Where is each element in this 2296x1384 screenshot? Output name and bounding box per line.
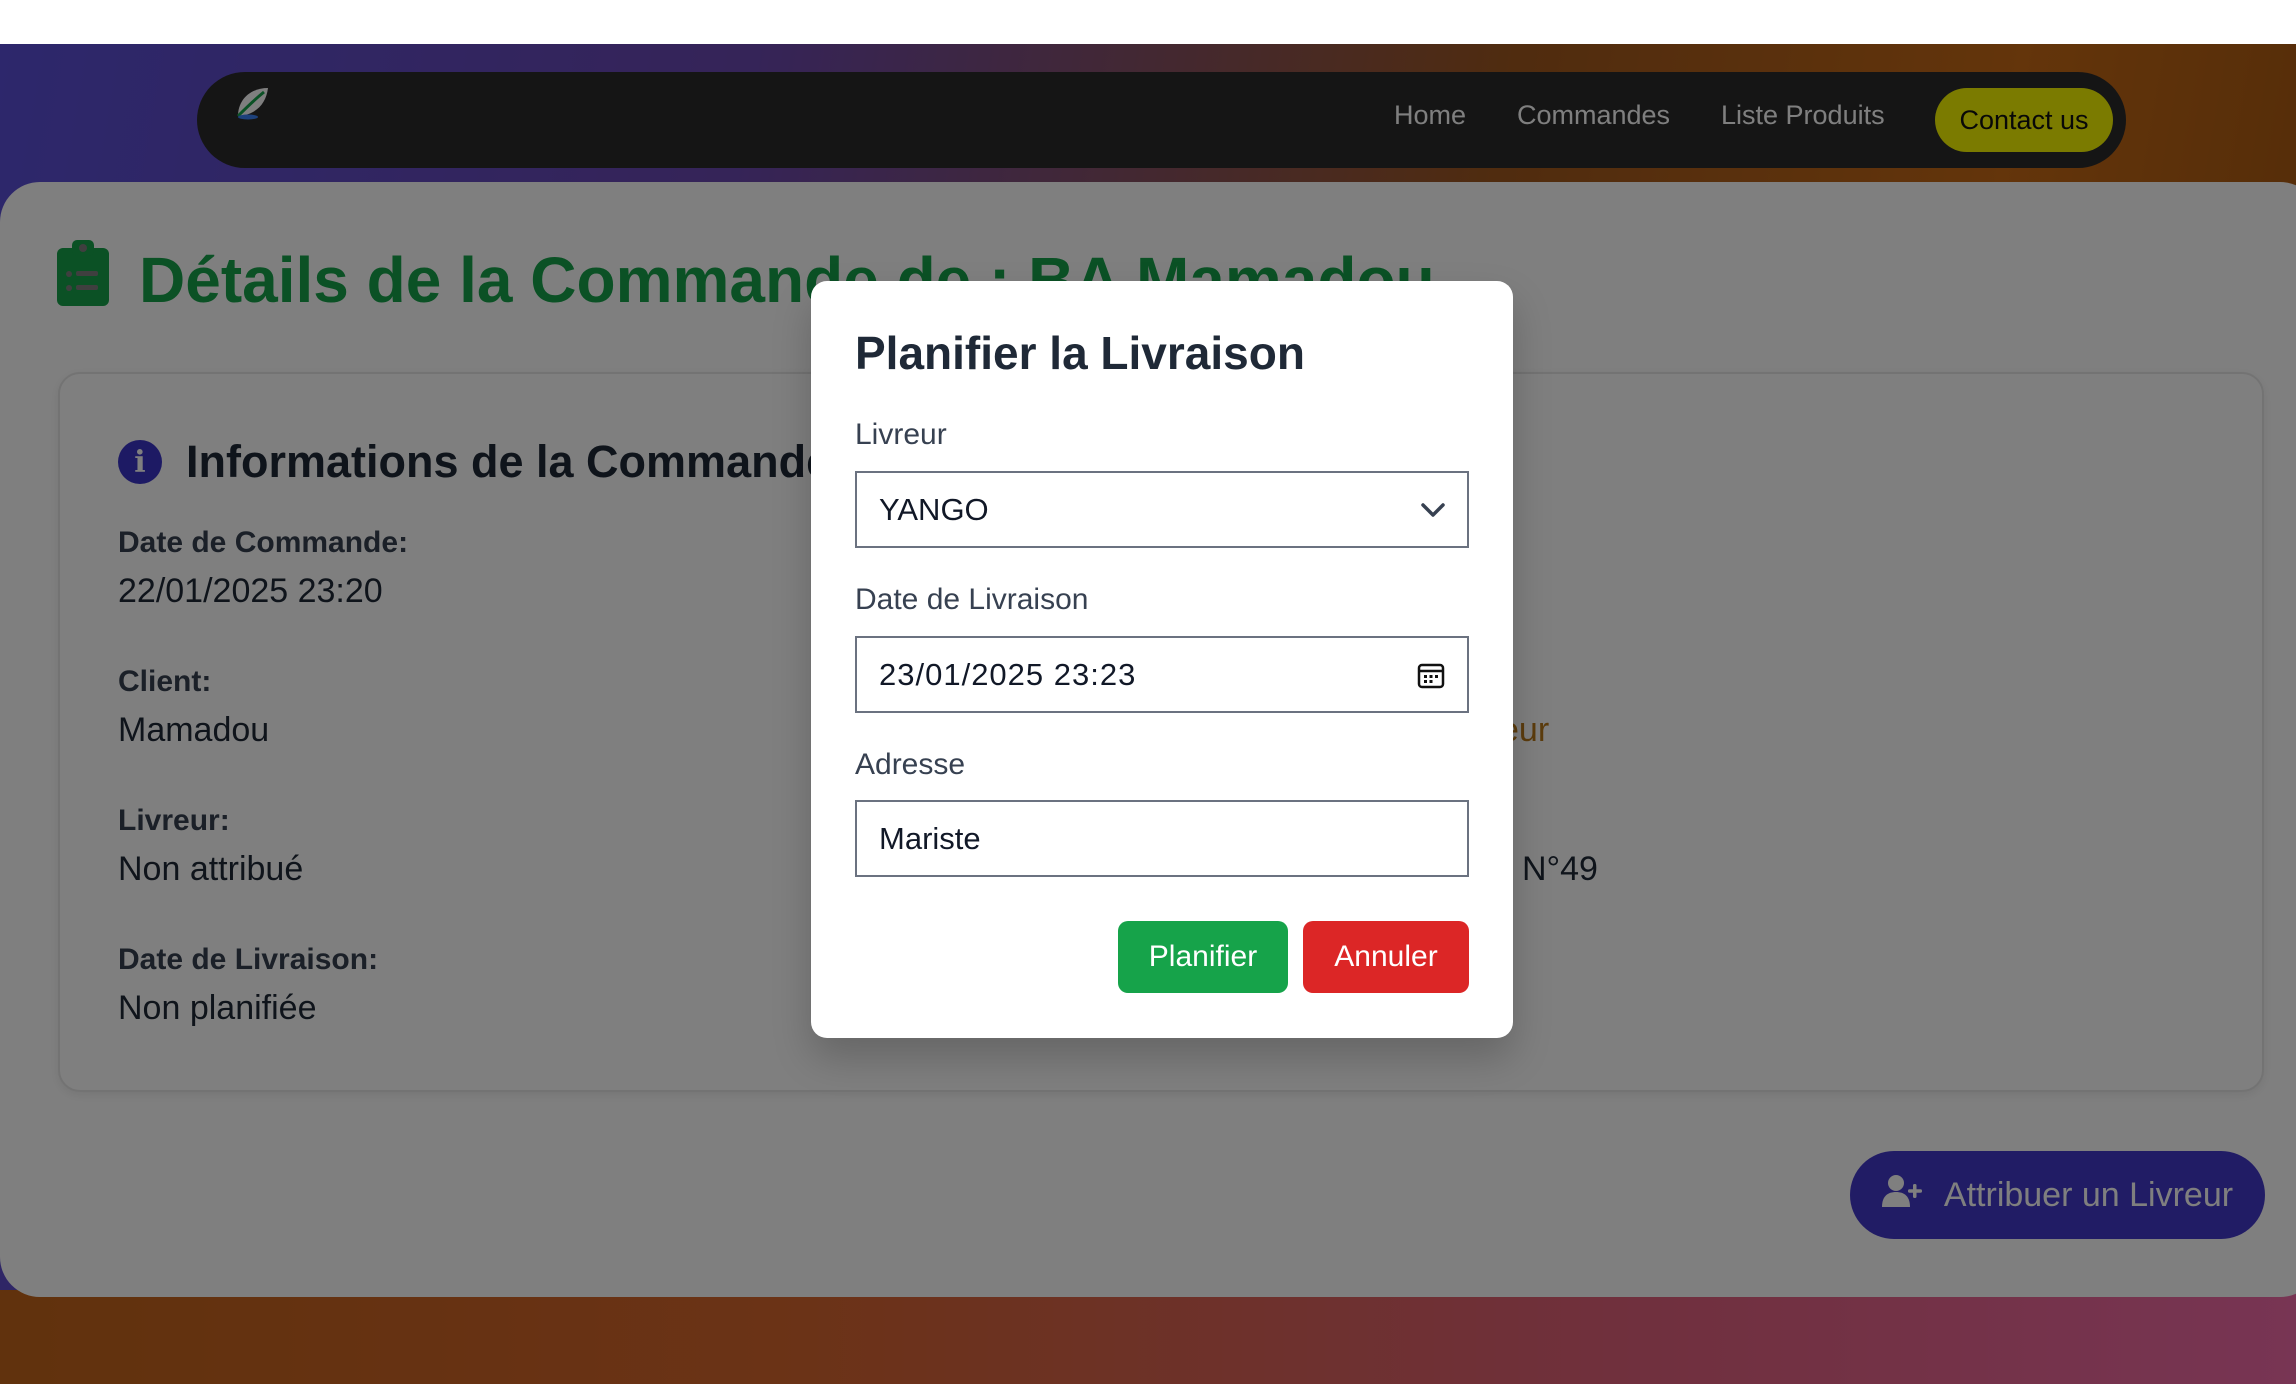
chevron-down-icon — [1421, 502, 1445, 518]
livreur-select-value: YANGO — [879, 491, 989, 527]
delivery-datetime-input[interactable]: 23/01/2025 23:23 — [855, 636, 1469, 713]
delivery-datetime-value: 23/01/2025 23:23 — [879, 656, 1137, 692]
adresse-field-label: Adresse — [855, 748, 966, 781]
calendar-icon[interactable] — [1417, 661, 1445, 689]
modal-title: Planifier la Livraison — [855, 327, 1305, 379]
annuler-button[interactable]: Annuler — [1303, 921, 1469, 993]
adresse-input-value: Mariste — [879, 820, 981, 856]
planifier-button[interactable]: Planifier — [1118, 921, 1288, 993]
livreur-select[interactable]: YANGO — [855, 471, 1469, 548]
adresse-input[interactable]: Mariste — [855, 800, 1469, 877]
date-field-label: Date de Livraison — [855, 583, 1089, 616]
livreur-field-label: Livreur — [855, 418, 947, 451]
